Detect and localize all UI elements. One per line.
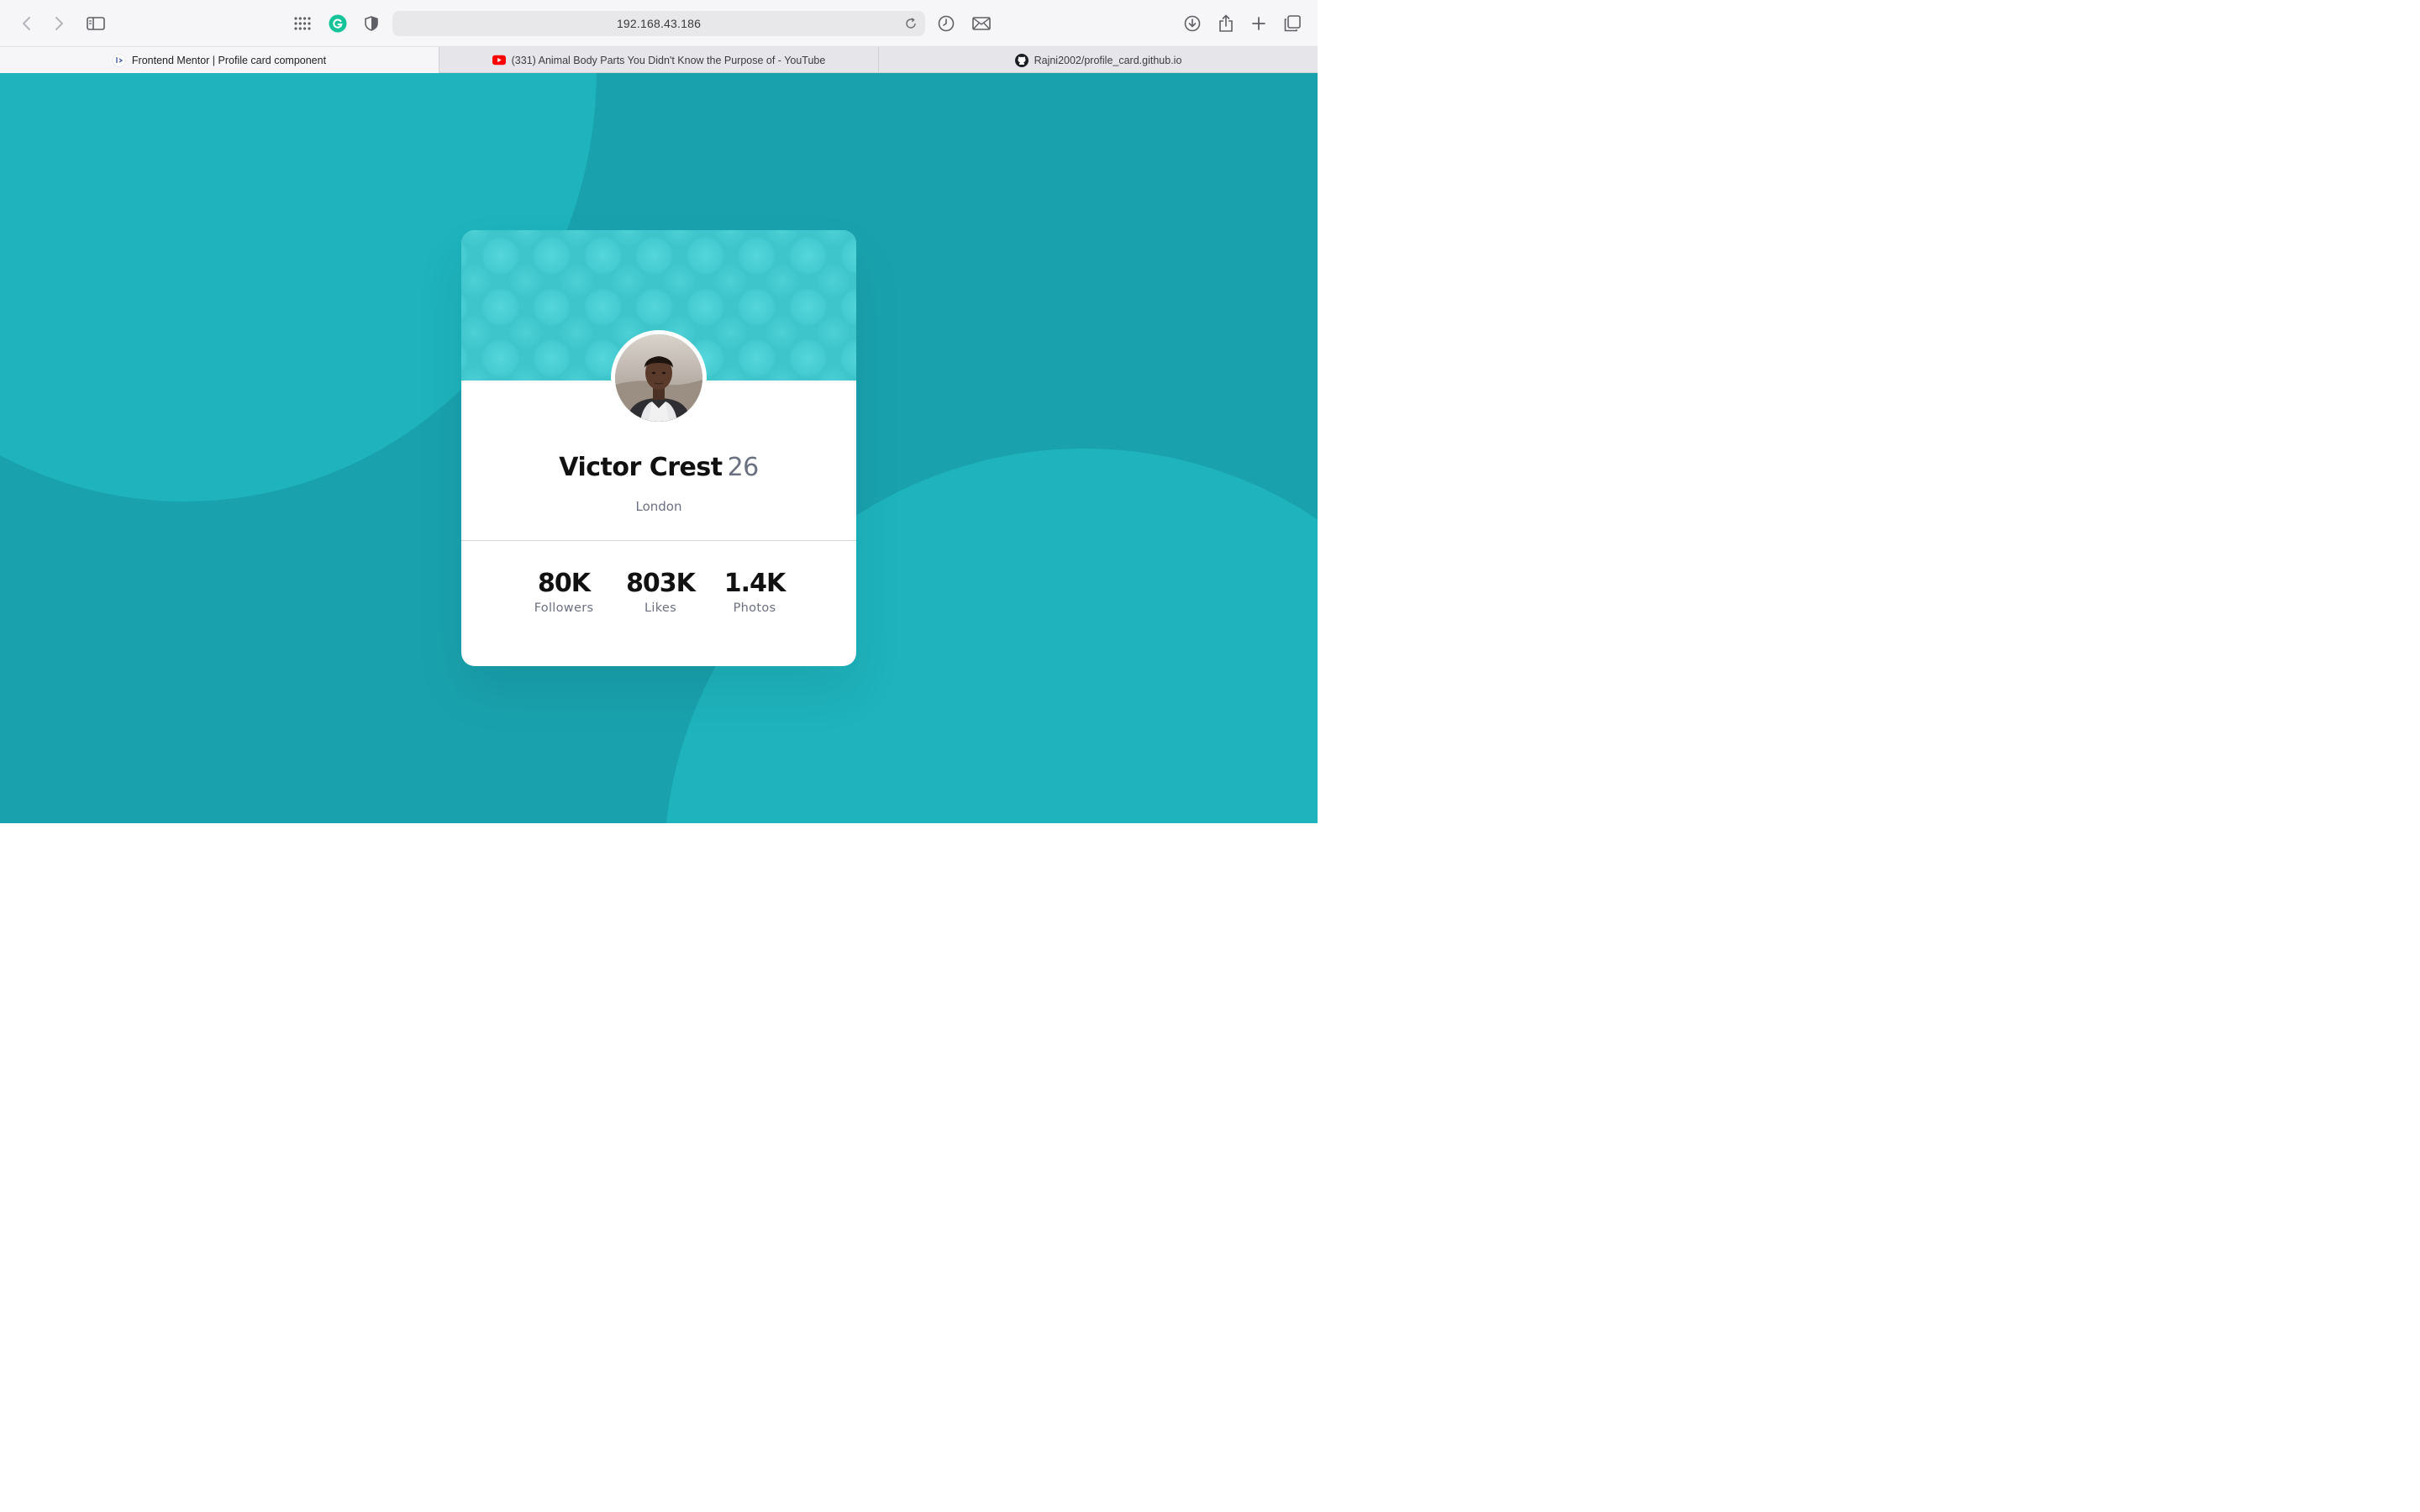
tab-youtube[interactable]: (331) Animal Body Parts You Didn't Know … (439, 47, 879, 73)
tab-bar: Frontend Mentor | Profile card component… (0, 47, 1318, 73)
grammarly-icon[interactable] (326, 12, 350, 35)
tab-label: (331) Animal Body Parts You Didn't Know … (511, 54, 826, 66)
mail-icon[interactable] (970, 12, 993, 35)
tab-label: Frontend Mentor | Profile card component (131, 54, 327, 66)
plus-icon[interactable] (1247, 12, 1270, 35)
avatar (611, 330, 707, 426)
github-icon (1014, 53, 1028, 67)
profile-stats: 80K Followers 803K Likes 1.4K Photos (461, 568, 856, 627)
tabs-overview-icon[interactable] (1281, 12, 1304, 35)
stat-value: 803K (626, 569, 696, 598)
shield-icon[interactable] (360, 12, 383, 35)
browser-toolbar: 192.168.43.186 (0, 0, 1318, 47)
profile-age: 26 (727, 453, 760, 482)
share-icon[interactable] (1214, 12, 1238, 35)
profile-name-line: Victor Crest 26 (461, 453, 856, 482)
grid-icon[interactable] (291, 12, 314, 35)
stat-photos: 1.4K Photos (708, 568, 801, 617)
stat-label: Likes (644, 601, 676, 615)
tab-label: Rajni2002/profile_card.github.io (1034, 54, 1182, 66)
profile-card: Victor Crest 26 London 80K Followers 803K… (461, 230, 856, 666)
stat-value: 80K (538, 569, 591, 598)
stat-value: 1.4K (723, 569, 786, 598)
stat-label: Photos (733, 601, 776, 615)
frontend-mentor-icon (113, 53, 126, 67)
stat-label: Followers (534, 601, 594, 615)
clock-icon[interactable] (934, 12, 958, 35)
address-bar[interactable]: 192.168.43.186 (392, 11, 925, 36)
url-text: 192.168.43.186 (616, 17, 702, 30)
stat-likes: 803K Likes (614, 568, 707, 617)
tab-frontend-mentor[interactable]: Frontend Mentor | Profile card component (0, 47, 439, 73)
tab-github[interactable]: Rajni2002/profile_card.github.io (879, 47, 1318, 73)
chevron-left-icon[interactable] (15, 12, 39, 35)
page-background: Victor Crest 26 London 80K Followers 803K… (0, 73, 1318, 823)
profile-name: Victor Crest (559, 453, 723, 482)
profile-city: London (635, 499, 682, 514)
browser-window: 192.168.43.186 Frontend Mentor | Profile… (0, 0, 1318, 823)
youtube-icon (492, 54, 506, 67)
card-divider (461, 540, 856, 541)
reload-icon[interactable] (902, 14, 920, 33)
download-icon[interactable] (1181, 12, 1204, 35)
stat-followers: 80K Followers (518, 568, 610, 617)
chevron-right-icon[interactable] (47, 12, 71, 35)
sidebar-icon[interactable] (84, 12, 108, 35)
